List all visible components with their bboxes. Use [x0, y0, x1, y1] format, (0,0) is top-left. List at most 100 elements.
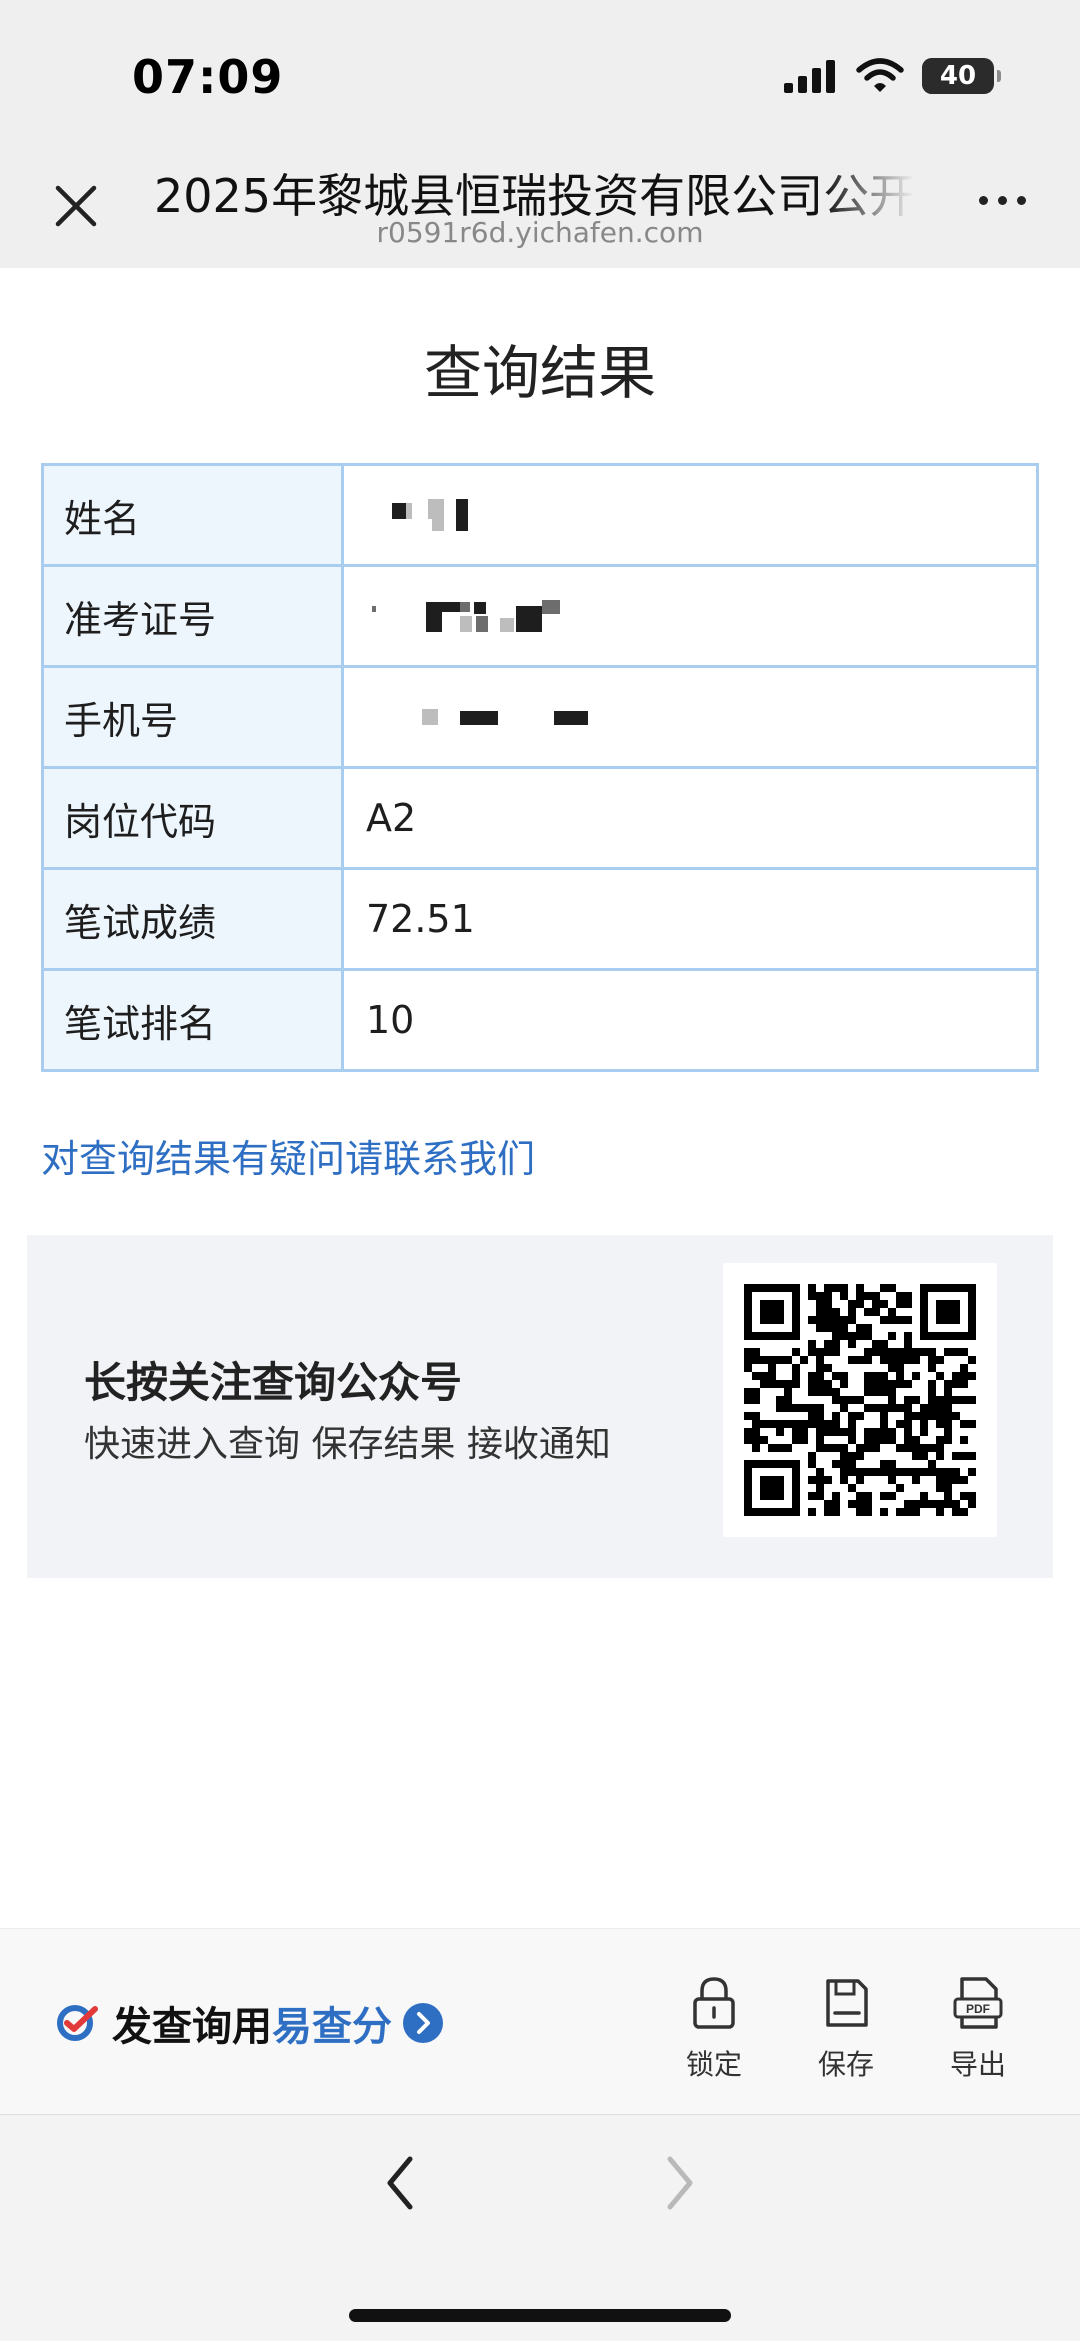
qr-module — [960, 1372, 968, 1380]
qr-module — [824, 1348, 832, 1356]
result-table: 姓名 准考证号 手机号 岗位代码 A2 笔试成绩 72.51 笔试排名 10 — [41, 463, 1039, 1072]
qr-module — [832, 1308, 840, 1316]
qr-module — [960, 1396, 968, 1404]
qr-module — [816, 1428, 824, 1436]
qr-module — [888, 1468, 896, 1476]
qr-module — [832, 1396, 840, 1404]
contact-link[interactable]: 对查询结果有疑问请联系我们 — [41, 1128, 535, 1183]
qr-module — [904, 1332, 912, 1340]
qr-module — [936, 1420, 944, 1428]
follow-card[interactable]: 长按关注查询公众号 快速进入查询 保存结果 接收通知 — [27, 1235, 1053, 1578]
qr-module — [848, 1340, 856, 1348]
qr-module — [832, 1332, 840, 1340]
qr-module — [832, 1500, 840, 1508]
qr-module — [768, 1364, 776, 1372]
qr-module — [904, 1420, 912, 1428]
qr-module — [768, 1420, 776, 1428]
qr-module — [888, 1308, 896, 1316]
qr-module — [864, 1356, 872, 1364]
qr-module — [904, 1348, 912, 1356]
qr-module — [864, 1404, 872, 1412]
qr-module — [840, 1324, 848, 1332]
qr-module — [800, 1420, 808, 1428]
qr-module — [928, 1388, 936, 1396]
qr-module — [856, 1492, 864, 1500]
export-button[interactable]: PDF 导出 — [928, 1975, 1028, 2083]
qr-module — [808, 1420, 816, 1428]
qr-module — [864, 1388, 872, 1396]
qr-module — [888, 1332, 896, 1340]
chevron-right-circle-icon — [403, 2003, 443, 2043]
qr-code-icon[interactable] — [723, 1263, 997, 1537]
qr-module — [856, 1332, 864, 1340]
page-url: r0591r6d.yichafen.com — [376, 216, 704, 249]
qr-module — [832, 1348, 840, 1356]
qr-module — [856, 1452, 864, 1460]
qr-module — [768, 1444, 776, 1452]
qr-module — [808, 1340, 816, 1348]
status-icons: 40 — [784, 56, 1001, 96]
qr-module — [968, 1492, 976, 1500]
qr-module — [944, 1428, 952, 1436]
qr-module — [792, 1404, 800, 1412]
qr-module — [944, 1396, 952, 1404]
qr-module — [896, 1364, 904, 1372]
qr-module — [912, 1412, 920, 1420]
lock-icon — [693, 1977, 735, 2029]
battery-level: 40 — [939, 61, 977, 91]
qr-module — [912, 1444, 920, 1452]
qr-module — [904, 1380, 912, 1388]
qr-module — [888, 1436, 896, 1444]
qr-module — [904, 1412, 912, 1420]
qr-module — [744, 1388, 752, 1396]
qr-module — [816, 1372, 824, 1380]
yichafen-logo-icon — [57, 2005, 98, 2041]
qr-module — [888, 1364, 896, 1372]
qr-module — [944, 1468, 952, 1476]
table-row: 岗位代码 A2 — [41, 766, 1039, 870]
qr-module — [776, 1404, 784, 1412]
save-button[interactable]: 保存 — [796, 1975, 896, 2083]
qr-module — [944, 1380, 952, 1388]
qr-module — [800, 1356, 808, 1364]
qr-module — [864, 1500, 872, 1508]
lock-button[interactable]: 锁定 — [664, 1975, 764, 2083]
qr-module — [944, 1388, 952, 1396]
top-chrome: 07:09 40 2025年黎城县恒瑞投资有限公司公开 r0591r6d.yic… — [0, 0, 1080, 268]
pdf-icon-text: PDF — [966, 2002, 990, 2016]
qr-module — [912, 1348, 920, 1356]
more-dot — [1017, 196, 1026, 205]
qr-module — [840, 1332, 848, 1340]
qr-module — [824, 1388, 832, 1396]
qr-module — [784, 1396, 792, 1404]
qr-module — [880, 1388, 888, 1396]
qr-module — [752, 1396, 760, 1404]
qr-module — [832, 1324, 840, 1332]
qr-module — [824, 1428, 832, 1436]
chevron-right-icon[interactable] — [660, 2151, 700, 2215]
qr-module — [944, 1404, 952, 1412]
chevron-left-icon[interactable] — [380, 2151, 420, 2215]
qr-module — [888, 1428, 896, 1436]
qr-module — [816, 1492, 824, 1500]
qr-module — [872, 1308, 880, 1316]
qr-module — [808, 1412, 816, 1420]
qr-module — [824, 1508, 832, 1516]
qr-module — [880, 1412, 888, 1420]
qr-module — [848, 1452, 856, 1460]
qr-module — [848, 1484, 856, 1492]
qr-module — [864, 1492, 872, 1500]
qr-module — [760, 1436, 768, 1444]
qr-module — [936, 1436, 944, 1444]
qr-module — [792, 1364, 800, 1372]
brand-promo[interactable]: 发查询用 易查分 — [54, 1995, 444, 2051]
qr-module — [896, 1380, 904, 1388]
qr-module — [928, 1404, 936, 1412]
qr-module — [744, 1412, 752, 1420]
qr-module — [944, 1420, 952, 1428]
qr-module — [936, 1452, 944, 1460]
home-indicator[interactable] — [349, 2309, 731, 2322]
qr-module — [840, 1284, 848, 1292]
more-icon[interactable] — [979, 196, 1026, 205]
qr-module — [824, 1300, 832, 1308]
